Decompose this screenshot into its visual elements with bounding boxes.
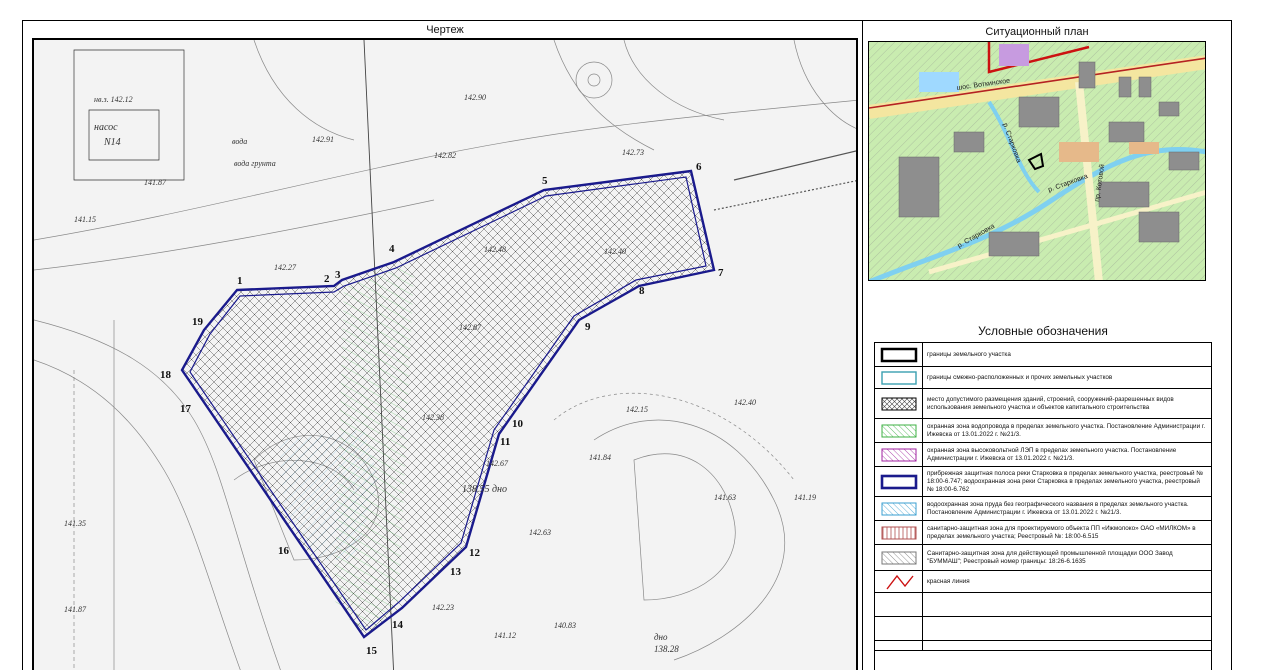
situational-plan-map[interactable]: шос. Воткинское р. Старковка р. Старковк… [868,41,1206,281]
survey-text: дно [654,632,668,642]
legend-text [923,593,1211,616]
survey-text: 142.48 [484,245,506,254]
crosshatch-icon [875,389,923,418]
legend-text: границы смежно-расположенных и прочих зе… [927,373,1113,381]
point-label: 12 [469,547,481,559]
point-label: 15 [366,645,378,657]
survey-text: 142.87 [459,323,482,332]
legend-row: Санитарно-защитная зона для действующей … [875,545,1211,571]
legend-row: охранная зона высоковольтной ЛЭП в преде… [875,443,1211,467]
point-label: 8 [639,285,645,297]
drawing-title: Чертеж [426,24,464,36]
vertical-hatch-icon [875,521,923,544]
legend-title: Условные обозначения [978,324,1108,338]
legend-row: красная линия [875,571,1211,593]
legend-text: границы земельного участка [927,350,1011,358]
survey-text: 142.90 [464,93,486,102]
point-label: 10 [512,418,524,430]
survey-text: насос [94,122,118,133]
legend-row [875,593,1211,617]
legend-row: границы земельного участка [875,343,1211,367]
point-label: 1 [237,275,243,287]
survey-text: 140.83 [554,621,576,630]
situational-plan-svg[interactable]: шос. Воткинское р. Старковка р. Старковк… [869,42,1206,281]
legend-row [875,641,1211,651]
survey-text: 141.19 [794,493,816,502]
legend-row: водоохранная зона пруда без географическ… [875,497,1211,521]
survey-text: 142.40 [604,247,626,256]
point-label: 16 [278,545,290,557]
point-label: 19 [192,316,204,328]
legend-row: прибрежная защитная полоса реки Старковк… [875,467,1211,497]
legend-text [923,641,1211,650]
survey-map[interactable]: 1 2 3 4 5 6 7 8 9 10 11 12 13 14 15 16 1… [34,40,858,670]
survey-text: 141.87 [64,605,87,614]
legend-text [923,617,1211,640]
point-label: 18 [160,369,172,381]
adjacent-boundary-icon [875,367,923,388]
legend: границы земельного участка границы смежно… [874,342,1212,670]
point-label: 17 [180,403,192,415]
survey-text: 141.35 [64,519,86,528]
legend-text: красная линия [927,577,970,585]
legend-text: водоохранная зона пруда без географическ… [927,500,1189,516]
legend-row: охранная зона водопровода в пределах зем… [875,419,1211,443]
legend-row: границы смежно-расположенных и прочих зе… [875,367,1211,389]
point-label: 5 [542,175,548,187]
legend-text: охранная зона водопровода в пределах зем… [927,422,1206,438]
legend-symbol-empty [875,641,923,650]
survey-text: 142.15 [626,405,648,414]
land-plot[interactable] [180,169,716,639]
survey-text: нв.з. 142.12 [94,95,133,104]
green-hatch-icon [875,419,923,442]
survey-text: 142.73 [622,148,644,157]
survey-text: вода [232,137,247,146]
survey-text: 142.63 [529,528,551,537]
legend-row: санитарно-защитная зона для проектируемо… [875,521,1211,545]
survey-text: 142.40 [734,398,756,407]
survey-text: 142.91 [312,135,334,144]
point-label: 14 [392,619,404,631]
survey-text: 141.12 [494,631,516,640]
point-label: 3 [335,269,341,281]
sheet-divider [862,20,863,670]
navy-boundary-icon [875,467,923,496]
land-plot-boundary-icon [875,343,923,366]
legend-text: Санитарно-защитная зона для действующей … [927,549,1173,565]
red-line-icon [875,571,923,592]
survey-text: 141.84 [589,453,611,462]
purple-hatch-icon [875,443,923,466]
survey-text: 142.23 [432,603,454,612]
point-label: 11 [500,436,510,448]
survey-text: 138.28 [654,644,679,654]
survey-text: 142.38 [422,413,444,422]
legend-text: санитарно-защитная зона для проектируемо… [927,524,1196,540]
survey-text: 141.15 [74,215,96,224]
survey-text: 138.55 дно [462,484,507,495]
legend-row [875,617,1211,641]
point-label: 7 [718,267,724,279]
legend-text: прибрежная защитная полоса реки Старковк… [927,469,1204,493]
point-label: 4 [389,243,395,255]
legend-symbol-empty [875,617,923,640]
point-label: 6 [696,161,702,173]
survey-text: 142.82 [434,151,456,160]
situational-plan-title: Ситуационный план [985,26,1089,38]
legend-row: место допустимого размещения зданий, стр… [875,389,1211,419]
cyan-hatch-icon [875,497,923,520]
legend-symbol-empty [875,593,923,616]
survey-text: 141.63 [714,493,736,502]
gray-hatch-icon [875,545,923,570]
point-label: 9 [585,321,591,333]
survey-text: 141.87 [144,178,167,187]
point-label: 13 [450,566,462,578]
survey-text: вода грунта [234,159,276,168]
survey-text: N14 [103,137,121,148]
legend-text: охранная зона высоковольтной ЛЭП в преде… [927,446,1177,462]
point-label: 2 [324,273,330,285]
survey-text: 142.27 [274,263,297,272]
survey-drawing[interactable]: 1 2 3 4 5 6 7 8 9 10 11 12 13 14 15 16 1… [32,38,858,670]
legend-text: место допустимого размещения зданий, стр… [927,395,1174,411]
survey-text: 142.67 [486,459,509,468]
